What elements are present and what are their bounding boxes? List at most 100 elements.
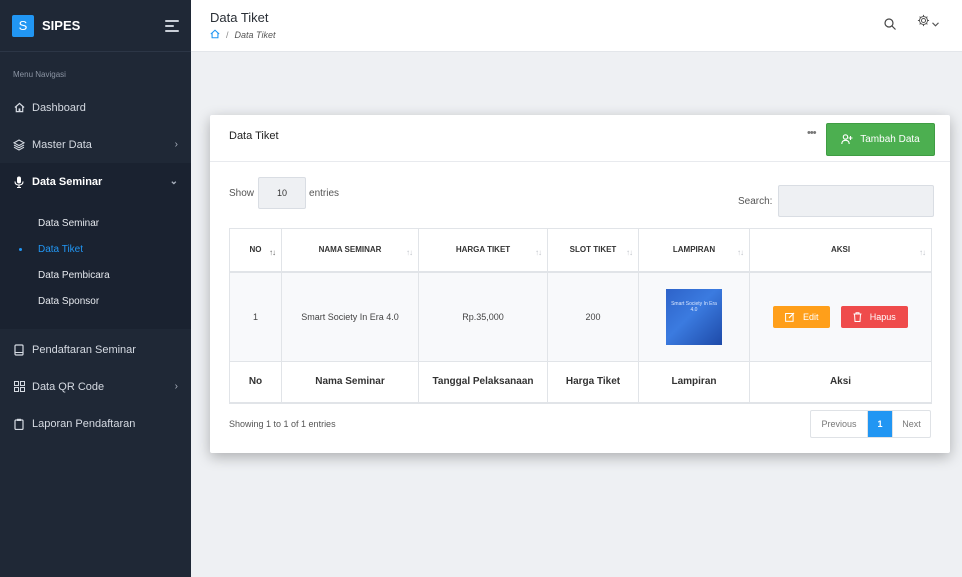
chevron-down-icon <box>932 14 939 32</box>
column-header-label: HARGA TIKET <box>455 245 511 255</box>
page-length-control: Show 10 entries <box>229 177 339 209</box>
breadcrumb-current: Data Tiket <box>234 30 276 40</box>
column-header-harga-tiket[interactable]: HARGA TIKET ↑↓ <box>418 228 548 273</box>
sort-icon: ↑↓ <box>406 248 413 257</box>
home-icon <box>13 102 25 114</box>
chevron-down-icon: ⌄ <box>169 176 178 187</box>
column-header-lampiran[interactable]: LAMPIRAN ↑↓ <box>638 228 750 273</box>
sidebar-item-pendaftaran-seminar[interactable]: Pendaftaran Seminar <box>0 331 191 368</box>
search-label: Search: <box>738 195 773 207</box>
table-row: 1 Smart Society In Era 4.0 Rp.35,000 200… <box>229 271 932 362</box>
menu-caption: Menu Navigasi <box>13 70 66 79</box>
edit-icon <box>785 312 795 322</box>
gear-icon <box>917 14 930 32</box>
sort-icon: ↑↓ <box>737 248 744 257</box>
sort-icon: ↑↓ <box>269 248 276 257</box>
sidebar-item-master-data[interactable]: Master Data › <box>0 126 191 163</box>
sidebar-item-dashboard[interactable]: Dashboard <box>0 89 191 126</box>
footer-cell: Lampiran <box>638 361 750 404</box>
trash-icon <box>853 312 862 322</box>
footer-cell: Aksi <box>749 361 932 404</box>
qrcode-icon <box>13 381 25 393</box>
chevron-right-icon: › <box>174 139 178 150</box>
sidebar-item-label: Pendaftaran Seminar <box>32 343 136 356</box>
add-data-label: Tambah Data <box>860 134 920 145</box>
page-length-select[interactable]: 10 <box>258 177 307 209</box>
sidebar-item-label: Master Data <box>32 138 92 151</box>
pagination: Previous 1 Next <box>810 410 931 438</box>
cell-nama-seminar: Smart Society In Era 4.0 <box>281 271 419 362</box>
pagination-next[interactable]: Next <box>892 411 930 437</box>
app-name[interactable]: SIPES <box>42 18 165 33</box>
submenu-item-data-pembicara[interactable]: Data Pembicara <box>0 262 191 288</box>
submenu-item-data-sponsor[interactable]: Data Sponsor <box>0 288 191 314</box>
chevron-right-icon: › <box>174 381 178 392</box>
home-icon[interactable] <box>210 29 220 41</box>
layers-icon <box>13 138 25 151</box>
menu-toggle-icon[interactable] <box>165 19 179 32</box>
cell-harga-tiket: Rp.35,000 <box>418 271 548 362</box>
table-info: Showing 1 to 1 of 1 entries <box>229 419 336 429</box>
microphone-icon <box>13 176 25 188</box>
sidebar-item-data-qr-code[interactable]: Data QR Code › <box>0 368 191 405</box>
sort-icon: ↑↓ <box>626 248 633 257</box>
footer-cell: Harga Tiket <box>547 361 639 404</box>
column-header-label: LAMPIRAN <box>672 245 716 255</box>
sidebar-item-label: Laporan Pendaftaran <box>32 417 136 430</box>
footer-cell: No <box>229 361 282 404</box>
column-header-nama-seminar[interactable]: NAMA SEMINAR ↑↓ <box>281 228 419 273</box>
sidebar-item-laporan-pendaftaran[interactable]: Laporan Pendaftaran <box>0 405 191 442</box>
add-data-button[interactable]: Tambah Data <box>826 123 935 156</box>
top-header: Data Tiket / Data Tiket <box>191 0 962 52</box>
page-title: Data Tiket <box>210 10 269 25</box>
table-search: Search: <box>738 185 935 217</box>
breadcrumb: / Data Tiket <box>210 29 275 41</box>
sort-icon: ↑↓ <box>919 248 926 257</box>
submenu-data-seminar: Data Seminar Data Tiket Data Pembicara D… <box>0 200 191 329</box>
edit-label: Edit <box>802 311 819 322</box>
cell-slot-tiket: 200 <box>547 271 639 362</box>
column-header-aksi[interactable]: AKSI ↑↓ <box>749 228 932 273</box>
entries-label: entries <box>309 187 340 199</box>
column-header-label: NO <box>249 245 262 255</box>
sidebar: S SIPES Menu Navigasi Dashboard Master D… <box>0 0 191 577</box>
sidebar-item-label: Data QR Code <box>32 380 105 393</box>
search-input[interactable] <box>778 185 935 217</box>
submenu-item-data-tiket[interactable]: Data Tiket <box>0 236 191 262</box>
table-header-row: NO ↑↓ NAMA SEMINAR ↑↓ HARGA TIKET ↑↓ SLOT T… <box>229 228 932 273</box>
brand-logo[interactable]: S <box>12 14 34 37</box>
card-header: Data Tiket ••• Tambah Data <box>210 115 950 162</box>
brand: S SIPES <box>0 0 191 52</box>
column-header-label: AKSI <box>830 245 851 255</box>
sort-icon: ↑↓ <box>535 248 542 257</box>
delete-label: Hapus <box>869 311 896 322</box>
delete-button[interactable]: Hapus <box>840 305 908 328</box>
column-header-label: SLOT TIKET <box>569 245 617 255</box>
submenu-item-data-seminar[interactable]: Data Seminar <box>0 210 191 236</box>
pagination-page-1[interactable]: 1 <box>868 411 892 437</box>
tiket-card: Data Tiket ••• Tambah Data Show 10 entri… <box>210 115 950 453</box>
sidebar-item-label: Data Seminar <box>32 175 103 188</box>
card-title: Data Tiket <box>229 130 279 142</box>
breadcrumb-separator: / <box>226 30 229 40</box>
add-user-icon <box>841 134 853 145</box>
cell-no: 1 <box>229 271 282 362</box>
column-header-no[interactable]: NO ↑↓ <box>229 228 282 273</box>
table-footer-row: No Nama Seminar Tanggal Pelaksanaan Harg… <box>229 361 932 404</box>
more-options-icon[interactable]: ••• <box>807 127 817 139</box>
footer-cell: Tanggal Pelaksanaan <box>418 361 548 404</box>
tiket-table: NO ↑↓ NAMA SEMINAR ↑↓ HARGA TIKET ↑↓ SLOT T… <box>229 228 932 404</box>
edit-button[interactable]: Edit <box>773 305 831 328</box>
search-icon[interactable] <box>883 17 897 31</box>
pagination-previous[interactable]: Previous <box>811 411 868 437</box>
lampiran-thumbnail[interactable]: Smart Society In Era 4.0 <box>666 288 722 345</box>
show-label: Show <box>229 187 255 199</box>
thumbnail-text: Smart Society In Era 4.0 <box>671 300 717 313</box>
cell-aksi: Edit Hapus <box>749 271 932 362</box>
column-header-slot-tiket[interactable]: SLOT TIKET ↑↓ <box>547 228 639 273</box>
settings-dropdown[interactable] <box>917 14 941 32</box>
cell-lampiran: Smart Society In Era 4.0 <box>638 271 750 362</box>
footer-cell: Nama Seminar <box>281 361 419 404</box>
clipboard-icon <box>13 418 25 430</box>
sidebar-item-data-seminar[interactable]: Data Seminar ⌄ <box>0 163 191 200</box>
